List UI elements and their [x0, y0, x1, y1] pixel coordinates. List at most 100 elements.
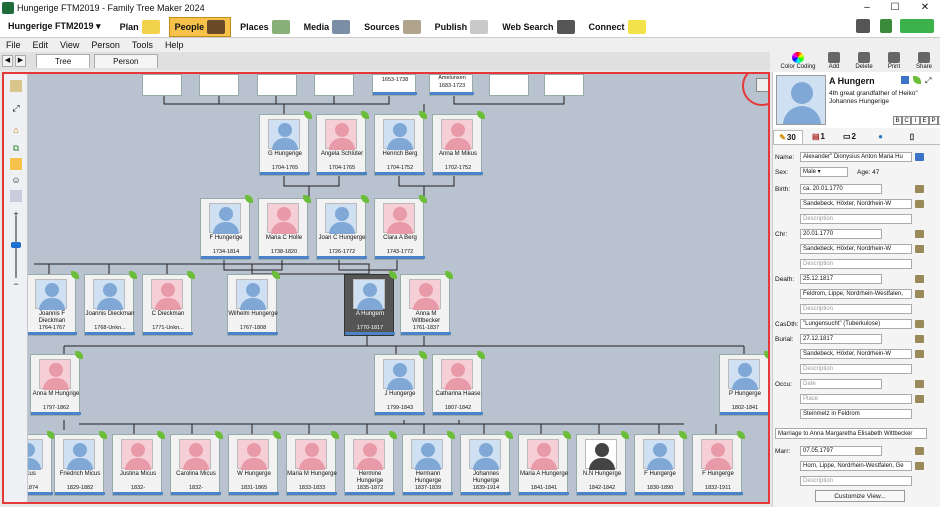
ribbon-people[interactable]: People	[168, 16, 232, 37]
tab-facts[interactable]: ✎30	[773, 129, 803, 144]
person-card[interactable]: F Hungerige 1734-1814	[200, 195, 253, 260]
maximize-button[interactable]: ☐	[880, 0, 910, 16]
person-card[interactable]: Hermann Hungerge 1837-1839	[402, 431, 455, 496]
person-card[interactable]: F Hungerge 1832-1911	[692, 431, 745, 496]
empty-ancestor-slot[interactable]	[257, 74, 297, 96]
delete-person-button[interactable]: Delete	[850, 52, 878, 70]
person-card[interactable]: Carolina Micus 1832-	[170, 431, 223, 496]
ribbon-web-search[interactable]: Web Search	[497, 17, 579, 37]
person-card[interactable]: Friedrich Micus 1829-1882	[54, 431, 107, 496]
person-card[interactable]: G Hungerige 1704-1765	[259, 111, 312, 176]
tab-sources[interactable]: ▭2	[835, 130, 865, 144]
chr-description-input[interactable]: Description	[800, 259, 912, 269]
menu-edit[interactable]: Edit	[33, 40, 49, 50]
layout-icon[interactable]	[10, 190, 22, 202]
menu-person[interactable]: Person	[91, 40, 120, 50]
empty-ancestor-slot[interactable]	[199, 74, 239, 96]
hint-icon[interactable]	[901, 76, 909, 84]
chr-place-input[interactable]: Sandebeck, Höxter, Nordrhein-W	[800, 244, 912, 254]
birth-description-input[interactable]: Description	[800, 214, 912, 224]
close-button[interactable]: ✕	[910, 0, 940, 16]
minimize-button[interactable]: –	[852, 0, 882, 16]
selected-person-card[interactable]: A Hungern 1770-1817	[344, 271, 397, 336]
menu-file[interactable]: File	[6, 40, 21, 50]
add-person-button[interactable]: Add	[820, 52, 848, 70]
tab-person[interactable]: Person	[94, 54, 158, 68]
ancestor-card[interactable]: Amelunxen 1683-1723	[429, 74, 474, 96]
tab-notes[interactable]: ▯	[897, 130, 927, 144]
source-icon[interactable]	[915, 350, 924, 358]
pedigree-view-icon[interactable]: ⧉	[10, 142, 22, 154]
death-description-input[interactable]: Description	[800, 304, 912, 314]
share-button[interactable]: Share	[910, 52, 938, 70]
marr-date-input[interactable]: 07.05.1797	[800, 446, 882, 456]
panel-toggle-icon[interactable]	[10, 80, 22, 92]
source-icon[interactable]	[915, 447, 924, 455]
person-card[interactable]: Anna M Mikus 1702-1752	[432, 111, 485, 176]
death-place-input[interactable]: Feldrom, Lippe, Nordrhein-Westfalen,	[800, 289, 912, 299]
family-tree-view[interactable]: 1653-1738 Amelunxen 1683-1723 G Hungerig…	[2, 72, 770, 504]
burial-place-input[interactable]: Sandebeck, Höxter, Nordrhein-W	[800, 349, 912, 359]
customize-view-button[interactable]: Customize View...	[815, 490, 905, 502]
forward-button[interactable]: ▶	[15, 55, 26, 67]
person-card[interactable]: Justina Micus 1832-	[112, 431, 165, 496]
menu-help[interactable]: Help	[165, 40, 184, 50]
person-card[interactable]: N.N Hungerge 1842-1842	[576, 431, 629, 496]
person-photo[interactable]	[776, 75, 826, 125]
family-view-icon[interactable]	[10, 158, 22, 170]
expand-icon[interactable]: ⤢	[925, 76, 931, 86]
person-card[interactable]: C Dieckman 1771-Unkn...	[142, 271, 195, 336]
person-card[interactable]: Joan C Hungerge 1726-1772	[316, 195, 369, 260]
ribbon-connect[interactable]: Connect	[584, 17, 651, 37]
person-card[interactable]: Clara A Berg 1743-1772	[374, 195, 427, 260]
person-card[interactable]: Joannis Dieckman 1768-Unkn...	[84, 271, 137, 336]
source-icon[interactable]	[915, 320, 924, 328]
source-icon[interactable]	[915, 200, 924, 208]
ribbon-sources[interactable]: Sources	[359, 17, 426, 37]
ribbon-plan[interactable]: Plan	[115, 17, 165, 37]
back-button[interactable]: ◀	[2, 55, 13, 67]
tab-web[interactable]: ●	[866, 130, 896, 144]
person-card[interactable]: Maria C Holle 1738-1820	[258, 195, 311, 260]
birth-date-input[interactable]: ca. 20.01.1770	[800, 184, 882, 194]
burial-description-input[interactable]: Description	[800, 364, 912, 374]
source-icon[interactable]	[915, 275, 924, 283]
person-card[interactable]: Angela Schlüter 1704-1765	[316, 111, 369, 176]
person-card[interactable]: Wilhelm Hungerge 1767-1808	[227, 271, 280, 336]
name-input[interactable]: Alexander" Dionysius Anton Maria Hu	[800, 152, 912, 162]
ribbon-publish[interactable]: Publish	[430, 17, 494, 37]
occu-description-input[interactable]: Steinmetz in Feldrom	[800, 409, 912, 419]
sex-select[interactable]: Male ▾	[800, 167, 848, 177]
leaf-icon[interactable]	[764, 351, 768, 359]
home-icon[interactable]: ⌂	[10, 124, 22, 136]
person-card[interactable]: Anna M Wittbecker 1761-1837	[400, 271, 453, 336]
chr-date-input[interactable]: 20.01.1770	[800, 229, 882, 239]
tab-tree[interactable]: Tree	[36, 54, 91, 68]
source-icon[interactable]	[915, 380, 924, 388]
empty-ancestor-slot[interactable]	[544, 74, 584, 96]
ancestor-card[interactable]: 1653-1738	[372, 74, 417, 96]
empty-ancestor-slot[interactable]	[142, 74, 182, 96]
leaf-icon[interactable]	[913, 76, 921, 84]
death-date-input[interactable]: 25.12.1817	[800, 274, 882, 284]
person-icon[interactable]: ☺	[10, 174, 22, 186]
print-button[interactable]: Print	[880, 52, 908, 70]
source-icon[interactable]	[915, 395, 924, 403]
marr-description-input[interactable]: Description	[800, 476, 912, 486]
person-card[interactable]: W Hungerge 1831-1865	[228, 431, 281, 496]
source-icon[interactable]	[915, 185, 924, 193]
person-card[interactable]: Hermine Hungerge 1835-1872	[344, 431, 397, 496]
person-card[interactable]: F Hungerge 1830-1890	[634, 431, 687, 496]
empty-ancestor-slot[interactable]	[314, 74, 354, 96]
person-card[interactable]: J Hungerge 1799-1843	[374, 351, 427, 416]
ribbon-media[interactable]: Media	[299, 17, 356, 37]
person-card[interactable]: Joannis F Dieckman 1764-1767	[26, 271, 79, 336]
menu-tools[interactable]: Tools	[132, 40, 153, 50]
color-coding-button[interactable]: Color Coding	[778, 52, 818, 70]
tree-selector[interactable]: Hungerige FTM2019 ▾	[8, 21, 101, 32]
zoom-out-icon[interactable]: −	[10, 278, 22, 290]
account-icon[interactable]	[856, 19, 870, 33]
update-icon[interactable]	[900, 19, 934, 33]
person-card[interactable]: Maria A Hungerge 1841-1841	[518, 431, 571, 496]
source-icon[interactable]	[915, 335, 924, 343]
